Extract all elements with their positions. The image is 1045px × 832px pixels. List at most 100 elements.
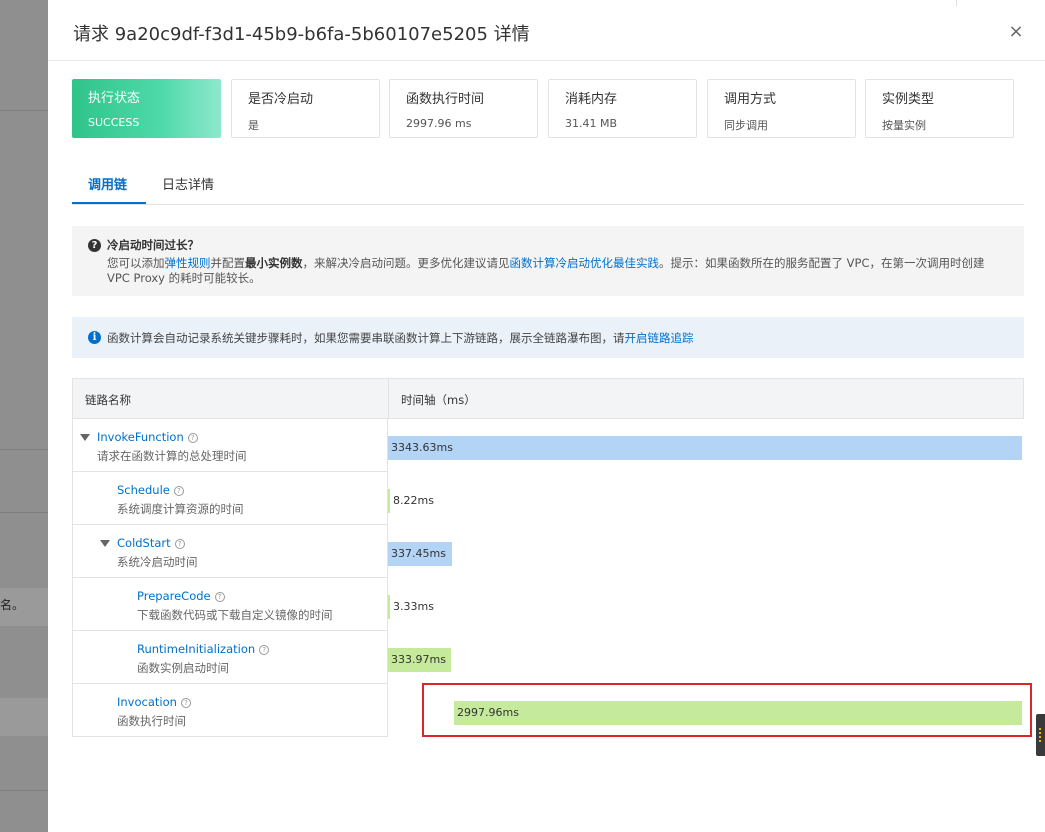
timeline-bar-coldstart[interactable]: 337.45ms [388, 542, 452, 566]
question-circle-icon: ? [88, 238, 101, 252]
caret-down-icon[interactable] [80, 434, 90, 441]
notice-body: 您可以添加弹性规则并配置最小实例数，来解决冷启动问题。更多优化建议请见函数计算冷… [107, 256, 1008, 286]
drawer-top-divider [956, 0, 957, 6]
elastic-rules-link[interactable]: 弹性规则 [165, 256, 211, 270]
stat-value: SUCCESS [88, 116, 140, 129]
duration-label: 337.45ms [391, 547, 446, 560]
active-tab-indicator [72, 202, 146, 204]
span-name-link[interactable]: RuntimeInitialization? [137, 642, 270, 656]
trace-timeline-column: 3343.63ms 8.22ms 337.45ms 3.33ms 333.97ms 299… [388, 419, 1024, 737]
notice-title: 冷启动时间过长？ [107, 238, 199, 252]
background-divider [0, 790, 48, 791]
span-description: 系统调度计算资源的时间 [117, 502, 244, 516]
help-icon[interactable]: ? [174, 539, 185, 549]
column-header-name: 链路名称 [85, 393, 131, 407]
span-name: Invocation [117, 695, 177, 709]
span-name: ColdStart [117, 536, 171, 550]
notice-text: ，来解决冷启动问题。更多优化建议请见 [302, 256, 510, 270]
stat-card-status: 执行状态 SUCCESS [72, 79, 221, 138]
timeline-bar-runtimeinitialization[interactable]: 333.97ms [388, 648, 451, 672]
info-text: 函数计算会自动记录系统关键步骤耗时，如果您需要串联函数计算上下游链路，展示全链路… [107, 330, 625, 345]
duration-label: 3343.63ms [391, 441, 453, 454]
span-description: 函数实例启动时间 [137, 661, 229, 675]
stat-label: 是否冷启动 [248, 92, 314, 107]
info-icon: i [88, 331, 101, 344]
background-page: 名。 [0, 0, 48, 832]
stat-value: 同步调用 [724, 119, 768, 132]
stat-card-instance-type: 实例类型 按量实例 [865, 79, 1014, 138]
background-divider [0, 449, 48, 450]
help-icon[interactable]: ? [173, 486, 184, 496]
duration-label: 2997.96ms [457, 706, 519, 719]
span-name-link[interactable]: InvokeFunction? [97, 430, 198, 444]
background-text: 名。 [0, 598, 25, 612]
stat-card-cold-start: 是否冷启动 是 [231, 79, 380, 138]
notice-bold-text: 最小实例数 [245, 256, 303, 270]
timeline-bar-invocation[interactable]: 2997.96ms [454, 701, 1022, 725]
stat-label: 实例类型 [882, 92, 935, 107]
timeline-bar-invokefunction[interactable]: 3343.63ms [388, 436, 1022, 460]
scroll-handle[interactable] [1036, 714, 1045, 756]
stat-value: 2997.96 ms [406, 117, 472, 130]
stat-value: 是 [248, 119, 259, 132]
span-name-link[interactable]: Invocation? [117, 695, 191, 709]
background-row [0, 698, 48, 736]
stat-card-invoke-type: 调用方式 同步调用 [707, 79, 856, 138]
span-name-link[interactable]: ColdStart? [117, 536, 185, 550]
stat-card-memory: 消耗内存 31.41 MB [548, 79, 697, 138]
title-divider [48, 60, 1045, 61]
span-name-link[interactable]: PrepareCode? [137, 589, 225, 603]
timeline-bar-schedule[interactable]: 8.22ms [388, 489, 434, 513]
notice-text: 您可以添加 [107, 256, 165, 270]
notice-heading: ? 冷启动时间过长？ [88, 237, 1008, 253]
stat-cards: 执行状态 SUCCESS 是否冷启动 是 函数执行时间 2997.96 ms 消… [72, 79, 1024, 138]
column-header-timeline: 时间轴（ms） [401, 393, 476, 407]
timeline-bar-preparecode[interactable]: 3.33ms [388, 595, 434, 619]
span-name: RuntimeInitialization [137, 642, 256, 656]
stat-value: 按量实例 [882, 119, 926, 132]
span-name: InvokeFunction [97, 430, 184, 444]
tab-call-chain[interactable]: 调用链 [88, 174, 127, 193]
span-description: 下载函数代码或下载自定义镜像的时间 [137, 608, 333, 622]
caret-down-icon[interactable] [100, 540, 110, 547]
duration-label: 3.33ms [393, 600, 434, 613]
trace-name-column: InvokeFunction? 请求在函数计算的总处理时间 Schedule? … [72, 419, 388, 737]
span-name-link[interactable]: Schedule? [117, 483, 184, 497]
request-detail-drawer: 请求 9a20c9df-f3d1-45b9-b6fa-5b60107e5205 … [48, 0, 1045, 832]
stat-label: 消耗内存 [565, 92, 618, 107]
stat-label: 调用方式 [724, 92, 777, 107]
span-name: PrepareCode [137, 589, 211, 603]
background-divider [0, 512, 48, 513]
background-divider [0, 110, 48, 111]
stat-label: 函数执行时间 [406, 92, 485, 107]
span-description: 函数执行时间 [117, 714, 186, 728]
enable-tracing-link[interactable]: 开启链路追踪 [625, 330, 694, 346]
notice-text: 并配置 [210, 256, 246, 270]
help-icon[interactable]: ? [259, 645, 270, 655]
tab-log-details[interactable]: 日志详情 [162, 174, 214, 193]
trace-table: 链路名称 时间轴（ms） InvokeFunction? 请求在函数计算的总处理… [72, 378, 1024, 738]
trace-row-coldstart: ColdStart? 系统冷启动时间 [73, 525, 388, 578]
trace-row-invocation: Invocation? 函数执行时间 [73, 684, 388, 737]
header-divider [388, 379, 389, 419]
span-description: 请求在函数计算的总处理时间 [97, 449, 247, 463]
close-icon[interactable]: × [1006, 20, 1026, 44]
span-description: 系统冷启动时间 [117, 555, 198, 569]
stat-label: 执行状态 [88, 91, 141, 106]
help-icon[interactable]: ? [187, 433, 198, 443]
trace-row-schedule: Schedule? 系统调度计算资源的时间 [73, 472, 388, 525]
detail-tabs: 调用链 日志详情 [72, 162, 1024, 205]
trace-table-header: 链路名称 时间轴（ms） [72, 378, 1024, 419]
trace-row-preparecode: PrepareCode? 下载函数代码或下载自定义镜像的时间 [73, 578, 388, 631]
stat-value: 31.41 MB [565, 117, 618, 130]
cold-start-notice: ? 冷启动时间过长？ 您可以添加弹性规则并配置最小实例数，来解决冷启动问题。更多… [72, 226, 1024, 296]
tracing-info-bar: i 函数计算会自动记录系统关键步骤耗时，如果您需要串联函数计算上下游链路，展示全… [72, 317, 1024, 358]
drawer-title: 请求 9a20c9df-f3d1-45b9-b6fa-5b60107e5205 … [73, 24, 530, 45]
trace-row-invokefunction: InvokeFunction? 请求在函数计算的总处理时间 [73, 419, 388, 472]
help-icon[interactable]: ? [180, 698, 191, 708]
duration-label: 8.22ms [393, 494, 434, 507]
cold-start-best-practice-link[interactable]: 函数计算冷启动优化最佳实践 [510, 256, 660, 270]
stat-card-exec-time: 函数执行时间 2997.96 ms [389, 79, 538, 138]
span-name: Schedule [117, 483, 170, 497]
help-icon[interactable]: ? [214, 592, 225, 602]
